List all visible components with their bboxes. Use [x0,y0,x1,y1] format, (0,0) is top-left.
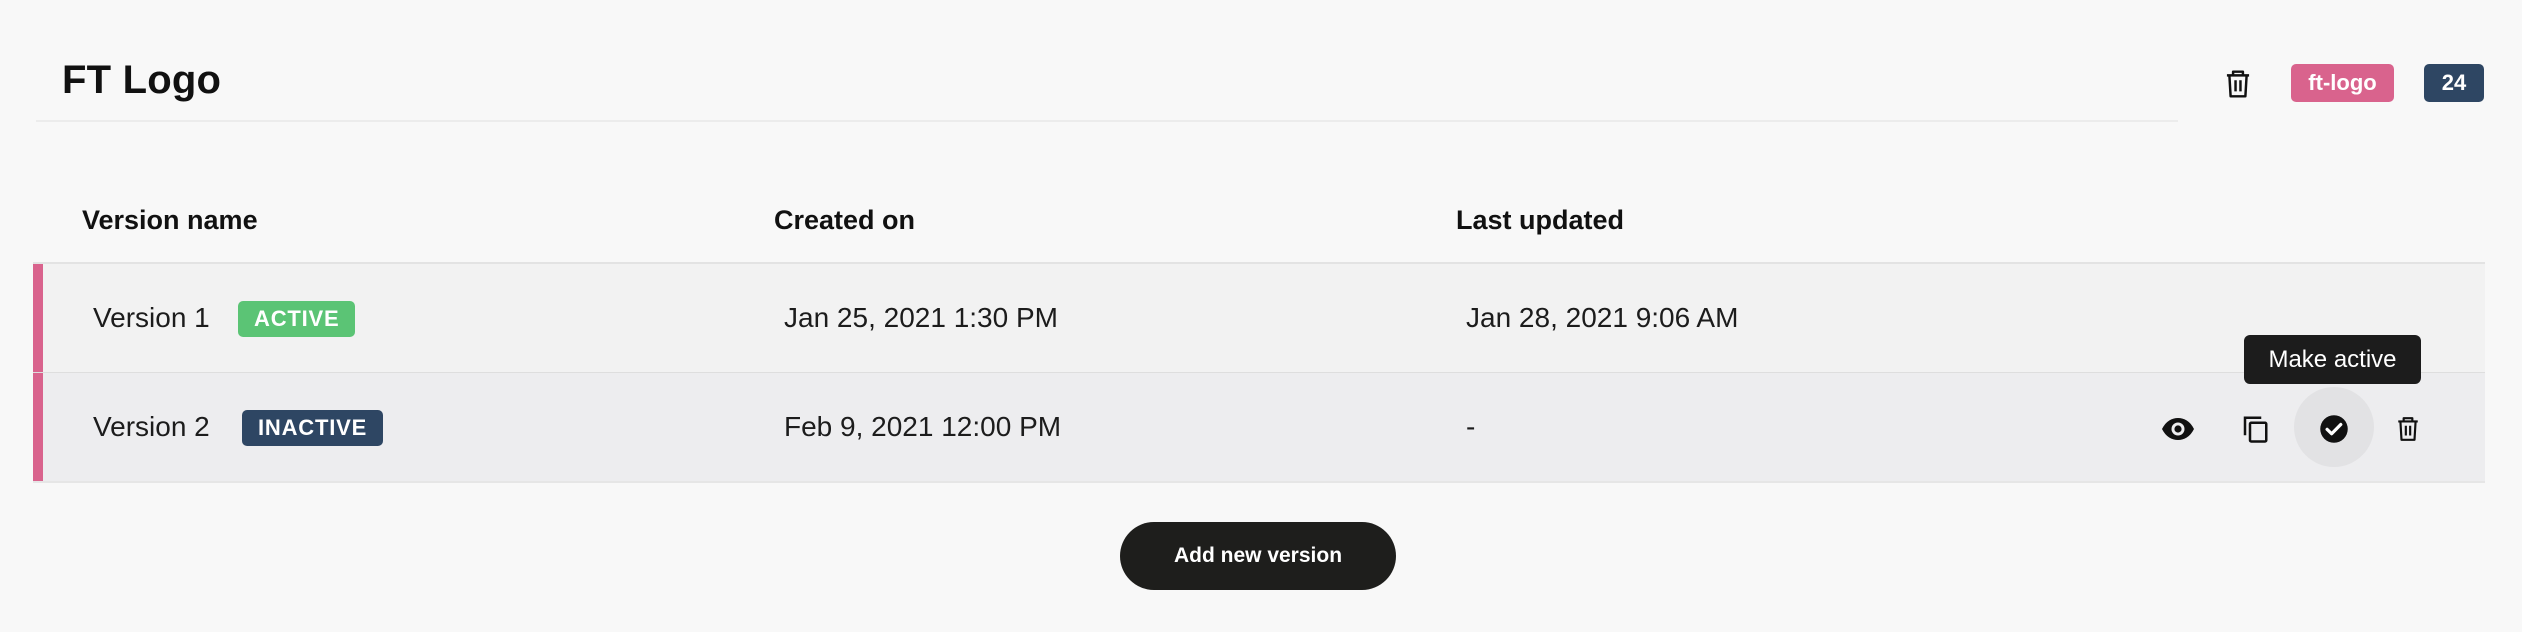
last-updated-value: - [1466,411,1476,442]
column-header-created-on: Created on [774,205,916,235]
duplicate-button[interactable] [2237,411,2273,447]
status-badge: INACTIVE [242,410,384,446]
slug-badge: ft-logo [2291,64,2394,102]
table-row[interactable]: Version 1 ACTIVE Jan 25, 2021 1:30 PM Ja… [33,264,2485,372]
title-divider [36,120,2178,122]
table-bottom-divider [33,481,2485,483]
trash-icon [2226,70,2250,98]
preview-button[interactable] [2160,411,2196,447]
row-accent-bar [33,373,43,481]
created-on-value: Jan 25, 2021 1:30 PM [784,302,1058,333]
copy-icon [2243,416,2268,443]
row-accent-bar [33,264,43,372]
status-badge: ACTIVE [238,301,356,337]
version-name: Version 1 [93,302,210,333]
check-circle-icon [2320,415,2348,443]
make-active-button[interactable] [2316,411,2352,447]
add-new-version-button[interactable]: Add new version [1120,522,1396,590]
version-name: Version 2 [93,411,210,442]
version-manager-page: FT Logo ft-logo 24 Version name Created … [0,0,2522,632]
table-row[interactable]: Version 2 INACTIVE Feb 9, 2021 12:00 PM … [33,373,2485,481]
page-title: FT Logo [62,58,222,102]
make-active-tooltip: Make active [2244,335,2421,384]
created-on-value: Feb 9, 2021 12:00 PM [784,411,1062,442]
trash-icon [2398,417,2418,441]
delete-version-button[interactable] [2390,411,2426,447]
column-header-last-updated: Last updated [1456,205,1625,235]
eye-icon [2162,418,2194,440]
delete-asset-button[interactable] [2220,66,2256,102]
column-header-version-name: Version name [82,205,258,235]
count-badge: 24 [2424,64,2484,102]
last-updated-value: Jan 28, 2021 9:06 AM [1466,302,1739,333]
